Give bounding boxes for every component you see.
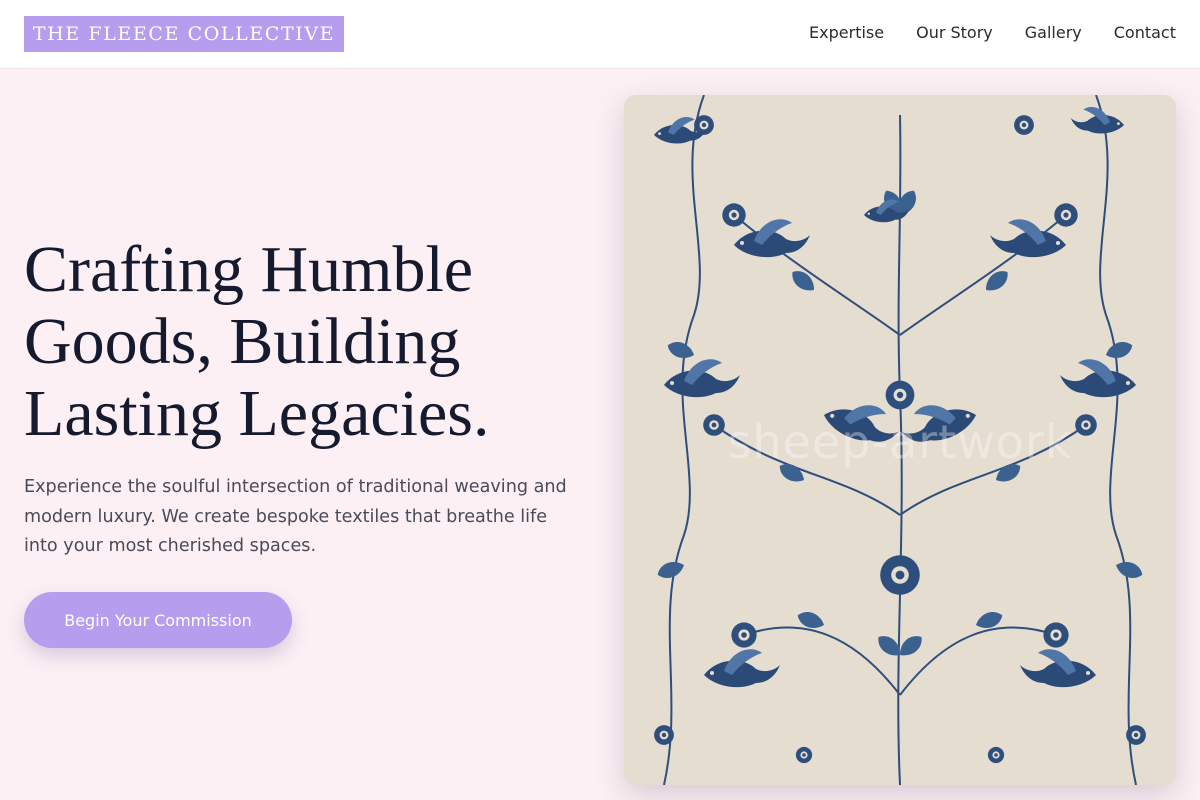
main-nav: Expertise Our Story Gallery Contact	[809, 22, 1176, 44]
nav-link-contact[interactable]: Contact	[1114, 22, 1176, 44]
begin-commission-button[interactable]: Begin Your Commission	[24, 592, 292, 648]
image-watermark: sheep-artwork	[727, 415, 1073, 469]
hero-description: Experience the soulful intersection of t…	[24, 477, 567, 556]
nav-link-our-story[interactable]: Our Story	[916, 22, 993, 44]
site-header: THE FLEECE COLLECTIVE Expertise Our Stor…	[0, 0, 1200, 69]
nav-link-expertise[interactable]: Expertise	[809, 22, 884, 44]
brand-logo[interactable]: THE FLEECE COLLECTIVE	[24, 16, 344, 52]
nav-link-gallery[interactable]: Gallery	[1025, 22, 1082, 44]
feature-image: sheep-artwork	[624, 95, 1176, 785]
hero-title: Crafting Humble Goods, Building Lasting …	[24, 233, 490, 450]
